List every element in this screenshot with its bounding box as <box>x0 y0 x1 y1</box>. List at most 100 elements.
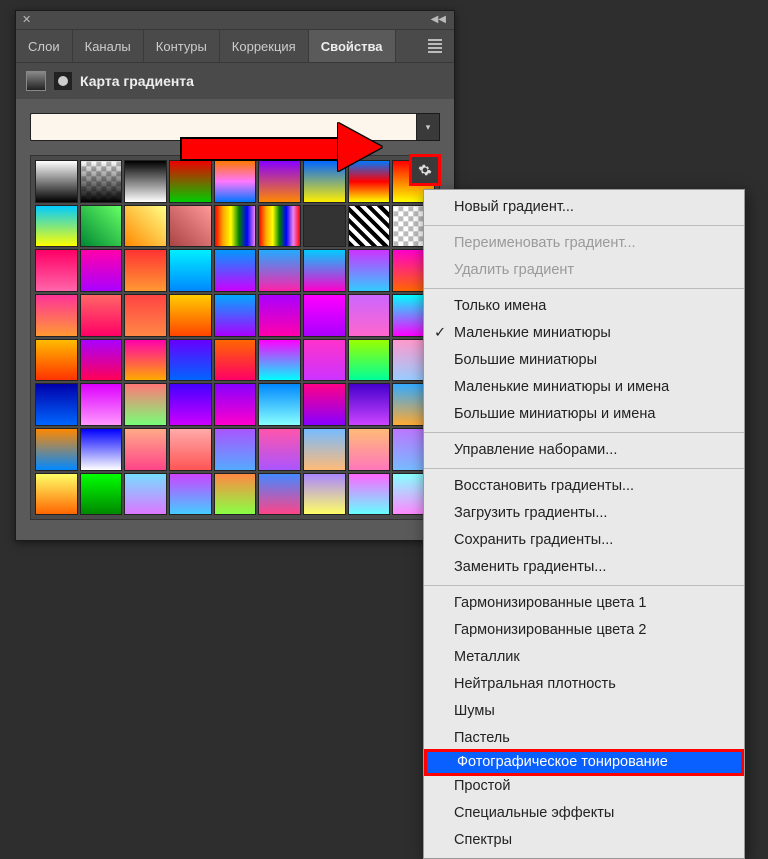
gradient-swatch[interactable] <box>214 428 257 471</box>
gradient-swatch[interactable] <box>303 160 346 203</box>
menu-metallic[interactable]: Металлик <box>424 644 744 671</box>
gradient-swatch[interactable] <box>348 249 391 292</box>
gradient-swatch[interactable] <box>258 249 301 292</box>
adjustment-header: Карта градиента <box>16 63 454 99</box>
gradient-swatch[interactable] <box>80 249 123 292</box>
gradient-swatch[interactable] <box>169 339 212 382</box>
gradient-swatch[interactable] <box>124 160 167 203</box>
gradient-swatch[interactable] <box>35 249 78 292</box>
gradient-swatch[interactable] <box>124 473 167 516</box>
menu-harmonized2[interactable]: Гармонизированные цвета 2 <box>424 617 744 644</box>
gradient-swatch[interactable] <box>214 339 257 382</box>
gradient-swatch[interactable] <box>169 249 212 292</box>
gradient-swatch[interactable] <box>169 160 212 203</box>
gradient-swatch[interactable] <box>214 160 257 203</box>
gradient-swatch[interactable] <box>35 294 78 337</box>
gradient-swatch[interactable] <box>303 205 346 248</box>
gradient-swatch[interactable] <box>35 383 78 426</box>
gradient-swatch[interactable] <box>35 205 78 248</box>
menu-noise[interactable]: Шумы <box>424 698 744 725</box>
gradient-swatch[interactable] <box>80 205 123 248</box>
gradient-swatch[interactable] <box>124 249 167 292</box>
gradient-swatch[interactable] <box>35 473 78 516</box>
menu-new-gradient[interactable]: Новый градиент... <box>424 194 744 221</box>
gradient-swatch[interactable] <box>258 428 301 471</box>
gradient-swatch[interactable] <box>303 473 346 516</box>
gradient-swatch[interactable] <box>303 294 346 337</box>
gradient-swatch[interactable] <box>169 205 212 248</box>
gradient-swatch[interactable] <box>348 428 391 471</box>
gradient-swatch[interactable] <box>348 383 391 426</box>
menu-large-thumb[interactable]: Большие миниатюры <box>424 347 744 374</box>
gradient-swatch[interactable] <box>124 205 167 248</box>
gradient-swatch[interactable] <box>214 473 257 516</box>
menu-save[interactable]: Сохранить градиенты... <box>424 527 744 554</box>
gradient-swatch[interactable] <box>303 428 346 471</box>
gradient-swatch[interactable] <box>258 160 301 203</box>
tab-layers[interactable]: Слои <box>16 30 73 62</box>
menu-load[interactable]: Загрузить градиенты... <box>424 500 744 527</box>
gradient-swatch[interactable] <box>348 473 391 516</box>
gradient-swatch[interactable] <box>348 205 391 248</box>
gradient-swatch[interactable] <box>258 383 301 426</box>
menu-special-fx[interactable]: Специальные эффекты <box>424 800 744 827</box>
tab-properties[interactable]: Свойства <box>309 30 396 62</box>
menu-pastel[interactable]: Пастель <box>424 725 744 752</box>
menu-small-list[interactable]: Маленькие миниатюры и имена <box>424 374 744 401</box>
gradient-swatch[interactable] <box>80 160 123 203</box>
menu-harmonized1[interactable]: Гармонизированные цвета 1 <box>424 590 744 617</box>
gradient-swatch[interactable] <box>348 160 391 203</box>
gradient-swatch[interactable] <box>303 339 346 382</box>
gradient-swatch[interactable] <box>124 428 167 471</box>
gradient-preview[interactable] <box>30 113 417 141</box>
menu-photo-toning[interactable]: Фотографическое тонирование <box>424 749 744 776</box>
gradient-swatch[interactable] <box>80 294 123 337</box>
gear-icon[interactable] <box>409 154 441 186</box>
panel-menu-icon[interactable] <box>416 30 454 62</box>
gradient-swatch[interactable] <box>35 160 78 203</box>
tab-paths[interactable]: Контуры <box>144 30 220 62</box>
menu-simple[interactable]: Простой <box>424 773 744 800</box>
gradient-swatch[interactable] <box>80 473 123 516</box>
gradient-swatch[interactable] <box>258 339 301 382</box>
gradient-swatch[interactable] <box>214 249 257 292</box>
gradient-swatch[interactable] <box>35 428 78 471</box>
gradient-swatch[interactable] <box>303 383 346 426</box>
close-icon[interactable]: ✕ <box>22 13 31 26</box>
gradient-swatch[interactable] <box>214 294 257 337</box>
menu-neutral-density[interactable]: Нейтральная плотность <box>424 671 744 698</box>
tab-correction[interactable]: Коррекция <box>220 30 309 62</box>
menu-text-only[interactable]: Только имена <box>424 293 744 320</box>
gradient-swatch[interactable] <box>124 294 167 337</box>
gradient-swatch[interactable] <box>169 294 212 337</box>
menu-reset[interactable]: Восстановить градиенты... <box>424 473 744 500</box>
gradient-swatch[interactable] <box>258 473 301 516</box>
panel-body: ▾ <box>16 99 454 540</box>
gradient-swatch[interactable] <box>169 473 212 516</box>
gradient-swatch[interactable] <box>258 205 301 248</box>
gradient-swatch[interactable] <box>169 383 212 426</box>
gradient-swatch[interactable] <box>348 294 391 337</box>
gradient-swatch[interactable] <box>80 428 123 471</box>
menu-preset-manager[interactable]: Управление наборами... <box>424 437 744 464</box>
tab-channels[interactable]: Каналы <box>73 30 144 62</box>
menu-replace[interactable]: Заменить градиенты... <box>424 554 744 581</box>
gradient-dropdown-icon[interactable]: ▾ <box>417 113 440 141</box>
menu-spectrums[interactable]: Спектры <box>424 827 744 854</box>
gradient-swatch[interactable] <box>258 294 301 337</box>
gradient-swatch[interactable] <box>124 339 167 382</box>
menu-small-thumb[interactable]: Маленькие миниатюры <box>424 320 744 347</box>
gradient-swatch[interactable] <box>80 383 123 426</box>
gradient-swatch[interactable] <box>348 339 391 382</box>
collapse-icon[interactable]: ◀◀ <box>431 14 446 25</box>
gradient-swatch[interactable] <box>303 249 346 292</box>
gradient-swatch[interactable] <box>214 383 257 426</box>
mask-icon <box>54 72 72 90</box>
menu-large-list[interactable]: Большие миниатюры и имена <box>424 401 744 428</box>
gradient-swatch[interactable] <box>80 339 123 382</box>
panel-tabs: Слои Каналы Контуры Коррекция Свойства <box>16 30 454 63</box>
gradient-swatch[interactable] <box>214 205 257 248</box>
gradient-swatch[interactable] <box>169 428 212 471</box>
gradient-swatch[interactable] <box>124 383 167 426</box>
gradient-swatch[interactable] <box>35 339 78 382</box>
